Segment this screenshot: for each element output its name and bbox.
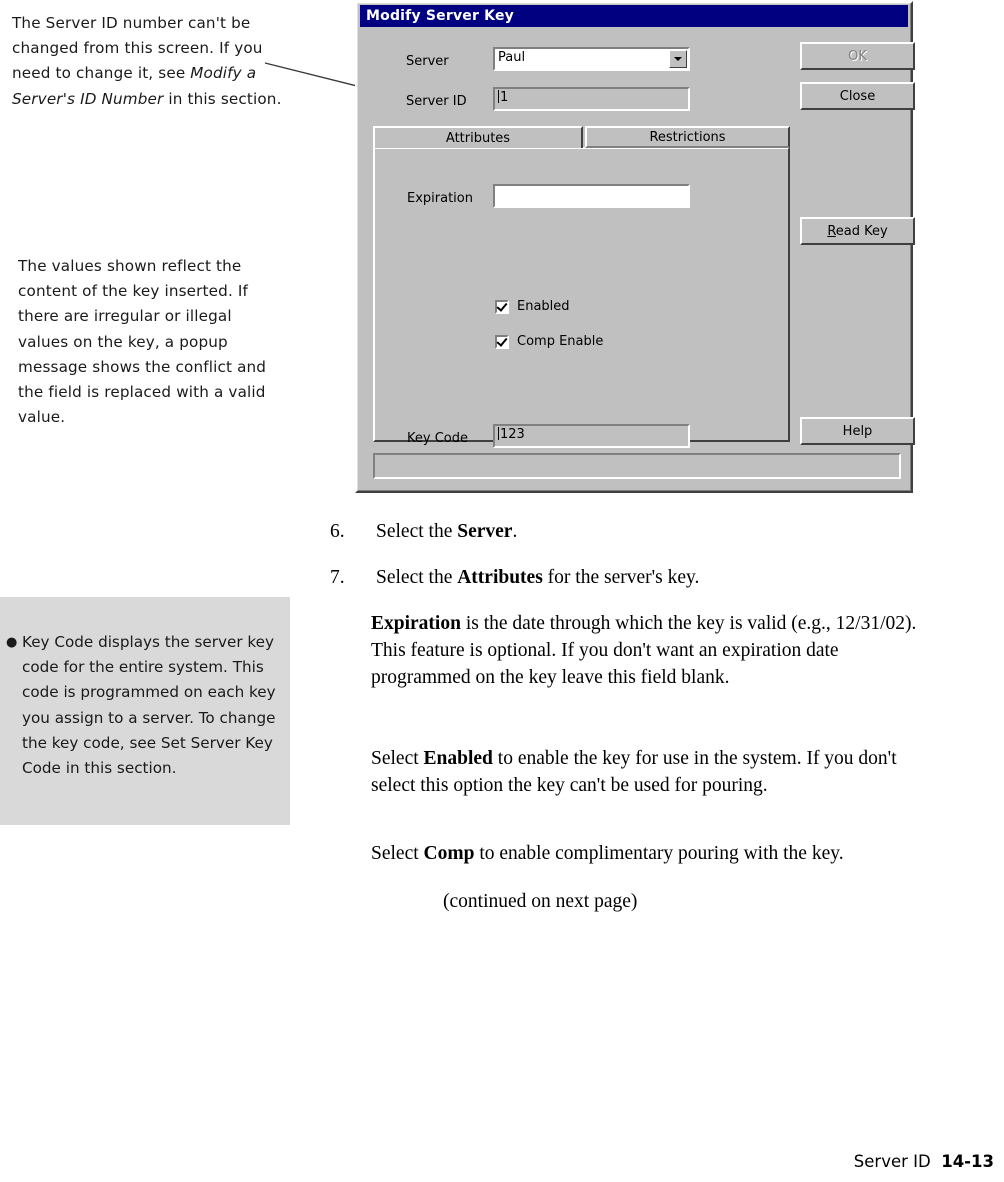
paragraph-comp-pre: Select (371, 843, 424, 864)
margin-note-key-code-text: Key Code displays the server key code fo… (22, 630, 276, 781)
text-caret-icon-key-code (498, 427, 499, 440)
margin-note-server-id-part2: in this section. (163, 89, 282, 108)
dialog-status-bar (373, 453, 901, 479)
help-button[interactable]: Help (800, 417, 915, 445)
dialog-title: Modify Server Key (366, 8, 514, 24)
enabled-checkbox-row[interactable]: Enabled (495, 299, 570, 314)
server-label: Server (406, 54, 449, 69)
server-combobox[interactable]: Paul (493, 47, 690, 71)
dialog-client-area: Server Paul Server ID 1 OK Close Read Ke… (360, 29, 915, 488)
server-id-field: 1 (493, 87, 690, 111)
server-id-label: Server ID (406, 94, 467, 109)
paragraph-enabled-bold: Enabled (423, 748, 493, 769)
margin-note-values-text: The values shown reflect the content of … (18, 257, 267, 427)
close-button[interactable]: Close (800, 82, 915, 110)
page-footer: Server ID 14-13 (854, 1152, 994, 1171)
status-bar-text (375, 467, 378, 470)
paragraph-comp-post: to enable complimentary pouring with the… (474, 843, 844, 864)
help-button-label: Help (842, 423, 873, 439)
dialog-titlebar[interactable]: Modify Server Key (360, 5, 908, 27)
key-code-label: Key Code (407, 431, 468, 446)
server-combobox-value: Paul (498, 50, 526, 65)
checkbox-icon-enabled[interactable] (495, 299, 509, 314)
close-button-label: Close (839, 88, 876, 104)
tab-attributes[interactable]: Attributes (373, 126, 583, 148)
step-7-text: Select the Attributes for the server's k… (376, 567, 700, 588)
footer-section: Server ID (853, 1152, 931, 1171)
margin-note-key-code-part2: in this section. (60, 759, 177, 778)
read-key-button-label: Read Key (827, 223, 888, 239)
enabled-checkbox-label: Enabled (517, 299, 570, 314)
step-6-number: 6. (330, 521, 345, 542)
step-6-text: Select the Server. (376, 521, 518, 542)
text-caret-icon (498, 90, 499, 103)
paragraph-comp: Select Comp to enable complimentary pour… (371, 840, 971, 867)
key-code-field: 123 (493, 424, 690, 448)
paragraph-enabled-pre: Select (371, 748, 424, 769)
tab-restrictions-label: Restrictions (649, 129, 726, 145)
read-key-button[interactable]: Read Key (800, 217, 915, 245)
key-code-value: 123 (500, 427, 525, 442)
tab-panel-attributes: Expiration Enabled Comp Enable Key Code … (373, 147, 790, 448)
expiration-label: Expiration (407, 191, 473, 206)
chevron-down-icon[interactable] (669, 50, 687, 68)
expiration-field[interactable] (493, 184, 690, 208)
paragraph-expiration-bold: Expiration (371, 613, 461, 634)
paragraph-expiration: Expiration is the date through which the… (371, 610, 931, 691)
margin-note-key-code-box: ● Key Code displays the server key code … (0, 597, 290, 825)
checkbox-icon-comp-enable[interactable] (495, 334, 509, 349)
tab-restrictions[interactable]: Restrictions (585, 126, 790, 148)
bullet-icon: ● (6, 635, 18, 650)
comp-enable-checkbox-row[interactable]: Comp Enable (495, 334, 603, 349)
footer-page-number: 14-13 (941, 1152, 994, 1171)
step-7-number: 7. (330, 567, 345, 588)
comp-enable-checkbox-label: Comp Enable (517, 334, 604, 349)
tab-attributes-label: Attributes (445, 130, 511, 146)
paragraph-comp-bold: Comp (423, 843, 475, 864)
margin-note-server-id: The Server ID number can't be changed fr… (12, 11, 284, 112)
server-id-value: 1 (500, 90, 509, 105)
modify-server-key-dialog: Modify Server Key Server Paul Server ID … (355, 1, 915, 493)
ok-button-label: OK (848, 48, 867, 64)
paragraph-enabled: Select Enabled to enable the key for use… (371, 745, 941, 799)
margin-note-values: The values shown reflect the content of … (18, 254, 280, 430)
continued-note: (continued on next page) (443, 891, 638, 912)
ok-button[interactable]: OK (800, 42, 915, 70)
